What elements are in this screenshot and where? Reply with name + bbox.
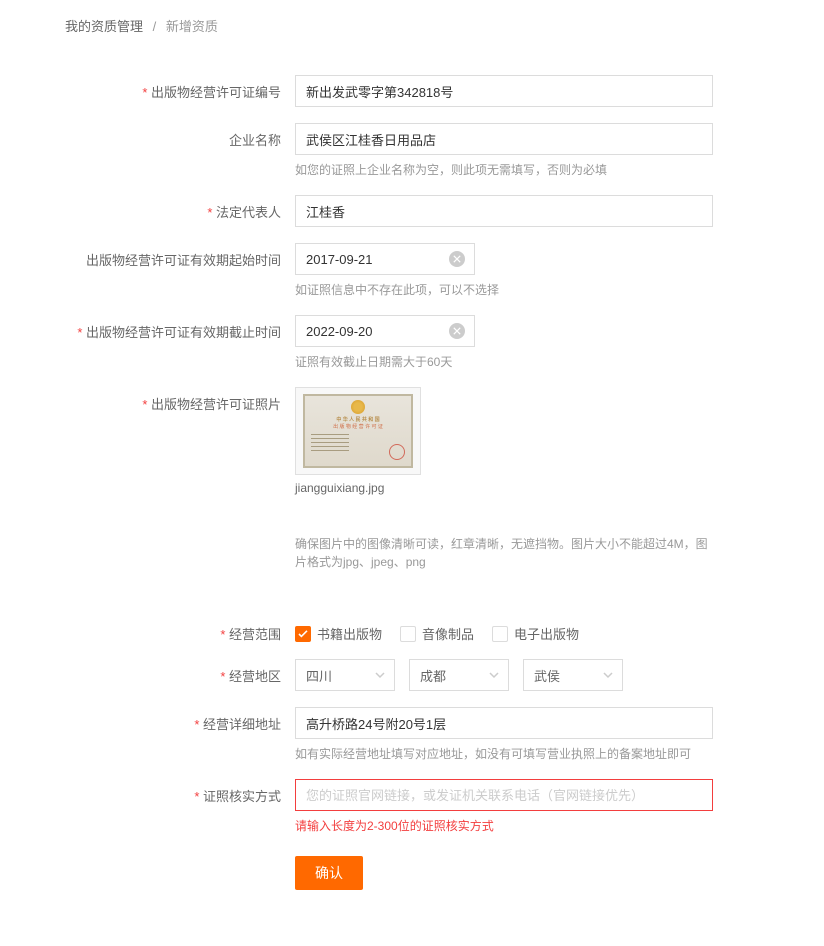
checkbox-icon <box>295 626 311 642</box>
end-date-label: 出版物经营许可证有效期截止时间 <box>65 315 295 341</box>
address-hint: 如有实际经营地址填写对应地址，如没有可填写营业执照上的备案地址即可 <box>295 745 774 763</box>
photo-label: 出版物经营许可证照片 <box>65 387 295 413</box>
region-label: 经营地区 <box>65 659 295 685</box>
district-value: 武侯 <box>534 666 560 685</box>
province-value: 四川 <box>306 666 332 685</box>
scope-option-label: 电子出版物 <box>514 624 579 643</box>
start-date-input[interactable] <box>295 243 475 275</box>
verify-error: 请输入长度为2-300位的证照核实方式 <box>295 817 774 834</box>
breadcrumb: 我的资质管理 / 新增资质 <box>65 16 774 35</box>
verify-label: 证照核实方式 <box>65 779 295 805</box>
city-select[interactable]: 成都 <box>409 659 509 691</box>
checkbox-icon <box>400 626 416 642</box>
legal-rep-label: 法定代表人 <box>65 195 295 221</box>
checkbox-icon <box>492 626 508 642</box>
chevron-down-icon <box>488 669 500 681</box>
clear-icon[interactable] <box>449 251 465 267</box>
breadcrumb-parent[interactable]: 我的资质管理 <box>65 19 143 34</box>
clear-icon[interactable] <box>449 323 465 339</box>
scope-option-audio[interactable]: 音像制品 <box>400 624 474 643</box>
start-date-label: 出版物经营许可证有效期起始时间 <box>65 243 295 269</box>
scope-label: 经营范围 <box>65 617 295 643</box>
address-label: 经营详细地址 <box>65 707 295 733</box>
verify-input[interactable] <box>295 779 713 811</box>
chevron-down-icon <box>602 669 614 681</box>
breadcrumb-current: 新增资质 <box>166 19 218 34</box>
company-name-input[interactable] <box>295 123 713 155</box>
photo-hint: 确保图片中的图像清晰可读，红章清晰，无遮挡物。图片大小不能超过4M，图片格式为j… <box>295 535 713 571</box>
start-date-hint: 如证照信息中不存在此项，可以不选择 <box>295 281 774 299</box>
scope-option-label: 书籍出版物 <box>317 624 382 643</box>
photo-filename: jiangguixiang.jpg <box>295 481 774 495</box>
district-select[interactable]: 武侯 <box>523 659 623 691</box>
license-photo-thumbnail[interactable]: 中 华 人 民 共 和 国 出 版 物 经 营 许 可 证 <box>295 387 421 475</box>
end-date-input[interactable] <box>295 315 475 347</box>
province-select[interactable]: 四川 <box>295 659 395 691</box>
company-name-label: 企业名称 <box>65 123 295 149</box>
address-input[interactable] <box>295 707 713 739</box>
scope-checkbox-group: 书籍出版物 音像制品 电子出版物 <box>295 617 774 643</box>
license-number-label: 出版物经营许可证编号 <box>65 75 295 101</box>
end-date-hint: 证照有效截止日期需大于60天 <box>295 353 774 371</box>
submit-button[interactable]: 确认 <box>295 856 363 890</box>
scope-option-books[interactable]: 书籍出版物 <box>295 624 382 643</box>
scope-option-ebook[interactable]: 电子出版物 <box>492 624 579 643</box>
company-name-hint: 如您的证照上企业名称为空，则此项无需填写，否则为必填 <box>295 161 774 179</box>
chevron-down-icon <box>374 669 386 681</box>
breadcrumb-separator: / <box>153 19 157 34</box>
scope-option-label: 音像制品 <box>422 624 474 643</box>
legal-rep-input[interactable] <box>295 195 713 227</box>
city-value: 成都 <box>420 666 446 685</box>
license-number-input[interactable] <box>295 75 713 107</box>
